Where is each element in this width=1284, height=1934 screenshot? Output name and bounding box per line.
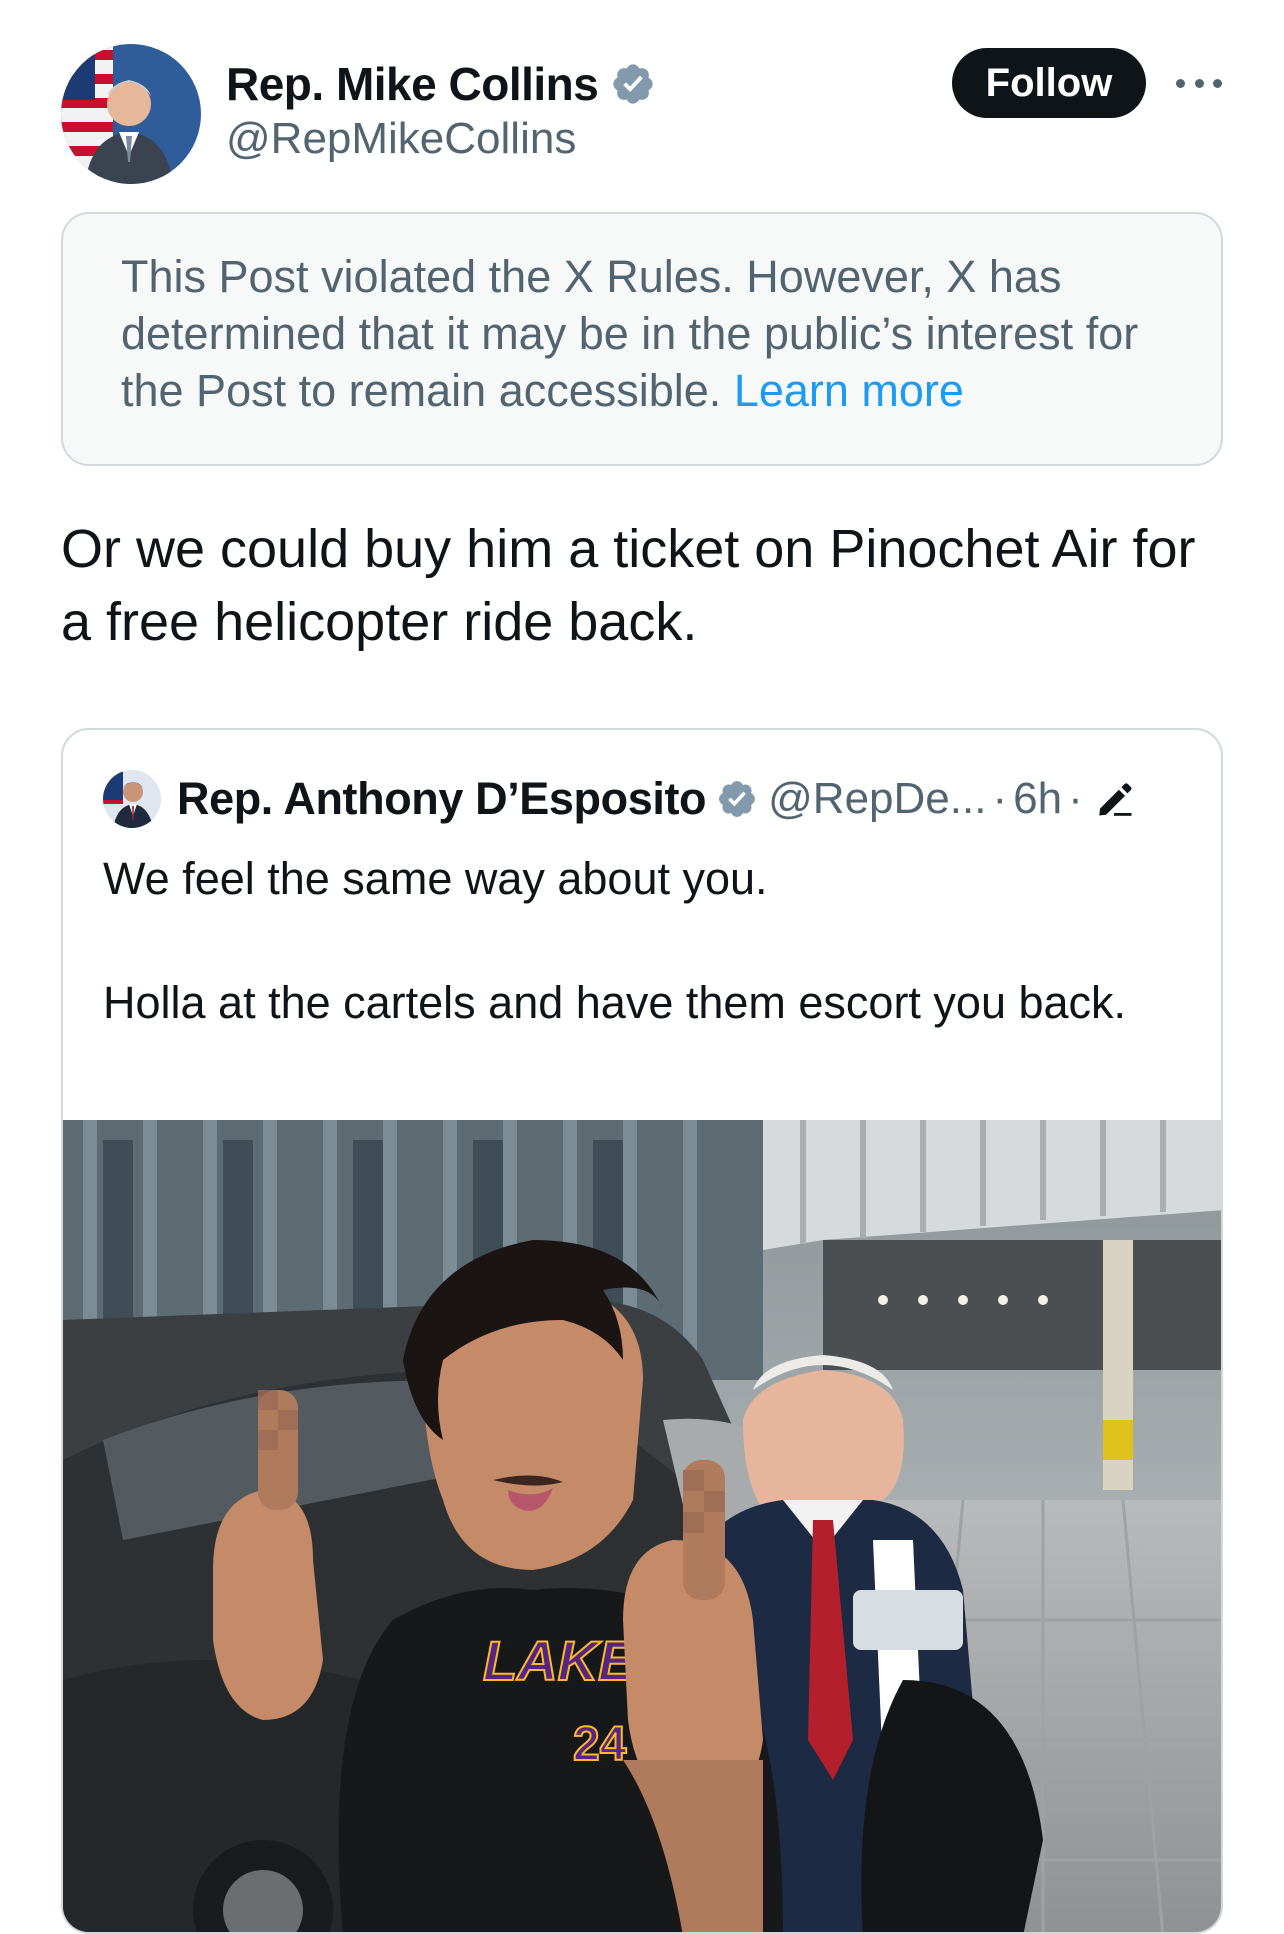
more-options-icon[interactable] <box>1176 66 1222 100</box>
quoted-post[interactable]: Rep. Anthony D’Esposito @RepDe... · 6h ·… <box>61 728 1223 1934</box>
quoted-author-avatar[interactable] <box>103 770 161 828</box>
author-handle[interactable]: @RepMikeCollins <box>226 114 576 164</box>
author-avatar-image <box>61 44 201 184</box>
quoted-post-time[interactable]: 6h <box>1013 774 1062 824</box>
quoted-author-avatar-image <box>103 770 161 828</box>
separator-dot: · <box>992 774 1008 823</box>
quoted-post-paragraph: We feel the same way about you. <box>103 853 768 904</box>
quoted-post-paragraph: Holla at the cartels and have them escor… <box>103 977 1127 1028</box>
quoted-post-text: We feel the same way about you. Holla at… <box>103 848 1183 1034</box>
edit-pencil-icon[interactable] <box>1093 778 1135 820</box>
policy-notice: This Post violated the X Rules. However,… <box>61 212 1223 466</box>
quoted-author-name[interactable]: Rep. Anthony D’Esposito <box>177 773 707 825</box>
quoted-author-handle[interactable]: @RepDe... <box>768 774 986 824</box>
author-name-row: Rep. Mike Collins <box>226 52 656 116</box>
post-text: Or we could buy him a ticket on Pinochet… <box>61 519 1196 652</box>
learn-more-link[interactable]: Learn more <box>734 365 964 416</box>
shirt-number: 24 <box>573 1718 627 1771</box>
author-name[interactable]: Rep. Mike Collins <box>226 57 599 111</box>
quoted-post-header: Rep. Anthony D’Esposito @RepDe... · 6h · <box>103 770 1135 828</box>
photo-illustration: LAKERS 24 <box>63 1120 1221 1932</box>
verified-badge-icon[interactable] <box>610 61 656 107</box>
more-dot <box>1194 78 1204 88</box>
separator-dot: · <box>1068 774 1083 823</box>
more-dot <box>1213 78 1222 88</box>
author-avatar[interactable] <box>61 44 201 184</box>
follow-button[interactable]: Follow <box>952 48 1146 118</box>
quoted-post-photo[interactable]: LAKERS 24 <box>63 1120 1221 1932</box>
policy-notice-text: This Post violated the X Rules. However,… <box>121 251 1139 416</box>
verified-badge-icon[interactable] <box>716 778 758 820</box>
more-dot <box>1176 78 1185 88</box>
